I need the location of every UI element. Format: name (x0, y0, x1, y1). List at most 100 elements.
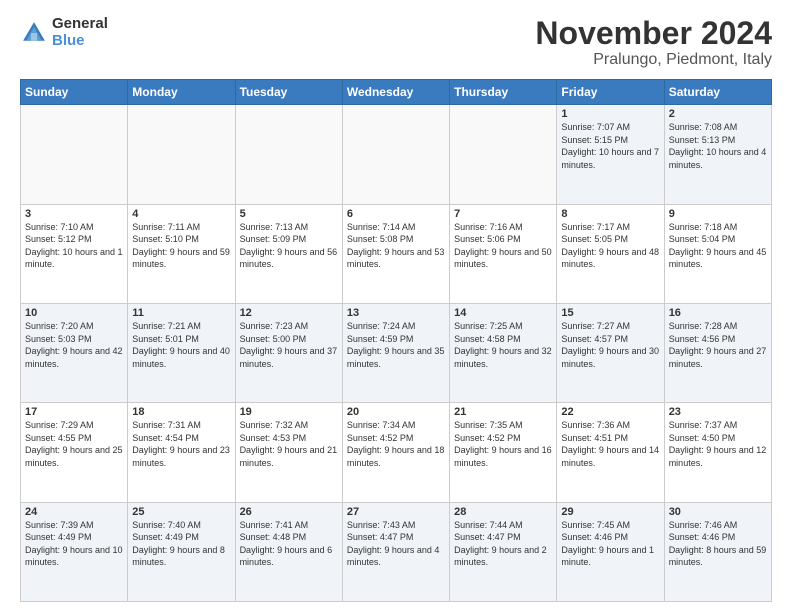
col-saturday: Saturday (664, 80, 771, 105)
month-title: November 2024 (535, 16, 772, 51)
day-number: 11 (132, 307, 230, 319)
day-info: Sunrise: 7:36 AM Sunset: 4:51 PM Dayligh… (561, 419, 659, 469)
day-info: Sunrise: 7:25 AM Sunset: 4:58 PM Dayligh… (454, 320, 552, 370)
calendar-cell: 9Sunrise: 7:18 AM Sunset: 5:04 PM Daylig… (664, 204, 771, 303)
day-info: Sunrise: 7:10 AM Sunset: 5:12 PM Dayligh… (25, 221, 123, 271)
day-number: 26 (240, 506, 338, 518)
day-info: Sunrise: 7:41 AM Sunset: 4:48 PM Dayligh… (240, 519, 338, 569)
day-info: Sunrise: 7:37 AM Sunset: 4:50 PM Dayligh… (669, 419, 767, 469)
day-number: 17 (25, 406, 123, 418)
calendar-cell: 23Sunrise: 7:37 AM Sunset: 4:50 PM Dayli… (664, 403, 771, 502)
calendar-body: 1Sunrise: 7:07 AM Sunset: 5:15 PM Daylig… (21, 105, 772, 602)
day-number: 10 (25, 307, 123, 319)
day-number: 29 (561, 506, 659, 518)
calendar-cell: 5Sunrise: 7:13 AM Sunset: 5:09 PM Daylig… (235, 204, 342, 303)
day-info: Sunrise: 7:45 AM Sunset: 4:46 PM Dayligh… (561, 519, 659, 569)
col-friday: Friday (557, 80, 664, 105)
calendar-week-1: 1Sunrise: 7:07 AM Sunset: 5:15 PM Daylig… (21, 105, 772, 204)
day-number: 22 (561, 406, 659, 418)
day-info: Sunrise: 7:21 AM Sunset: 5:01 PM Dayligh… (132, 320, 230, 370)
day-info: Sunrise: 7:13 AM Sunset: 5:09 PM Dayligh… (240, 221, 338, 271)
col-wednesday: Wednesday (342, 80, 449, 105)
logo-text: General Blue (52, 16, 108, 49)
calendar-cell: 27Sunrise: 7:43 AM Sunset: 4:47 PM Dayli… (342, 502, 449, 601)
calendar-cell: 2Sunrise: 7:08 AM Sunset: 5:13 PM Daylig… (664, 105, 771, 204)
day-number: 15 (561, 307, 659, 319)
day-info: Sunrise: 7:20 AM Sunset: 5:03 PM Dayligh… (25, 320, 123, 370)
day-info: Sunrise: 7:14 AM Sunset: 5:08 PM Dayligh… (347, 221, 445, 271)
calendar-cell: 21Sunrise: 7:35 AM Sunset: 4:52 PM Dayli… (450, 403, 557, 502)
day-info: Sunrise: 7:27 AM Sunset: 4:57 PM Dayligh… (561, 320, 659, 370)
calendar-cell: 30Sunrise: 7:46 AM Sunset: 4:46 PM Dayli… (664, 502, 771, 601)
calendar-cell (128, 105, 235, 204)
page: General Blue November 2024 Pralungo, Pie… (0, 0, 792, 612)
col-monday: Monday (128, 80, 235, 105)
day-info: Sunrise: 7:23 AM Sunset: 5:00 PM Dayligh… (240, 320, 338, 370)
calendar-cell: 8Sunrise: 7:17 AM Sunset: 5:05 PM Daylig… (557, 204, 664, 303)
calendar-cell: 24Sunrise: 7:39 AM Sunset: 4:49 PM Dayli… (21, 502, 128, 601)
calendar-cell: 12Sunrise: 7:23 AM Sunset: 5:00 PM Dayli… (235, 303, 342, 402)
header-row: Sunday Monday Tuesday Wednesday Thursday… (21, 80, 772, 105)
day-number: 19 (240, 406, 338, 418)
calendar-cell: 19Sunrise: 7:32 AM Sunset: 4:53 PM Dayli… (235, 403, 342, 502)
calendar-cell: 4Sunrise: 7:11 AM Sunset: 5:10 PM Daylig… (128, 204, 235, 303)
day-number: 3 (25, 208, 123, 220)
day-number: 4 (132, 208, 230, 220)
day-info: Sunrise: 7:07 AM Sunset: 5:15 PM Dayligh… (561, 121, 659, 171)
day-number: 9 (669, 208, 767, 220)
calendar-cell: 25Sunrise: 7:40 AM Sunset: 4:49 PM Dayli… (128, 502, 235, 601)
day-info: Sunrise: 7:43 AM Sunset: 4:47 PM Dayligh… (347, 519, 445, 569)
day-info: Sunrise: 7:46 AM Sunset: 4:46 PM Dayligh… (669, 519, 767, 569)
header: General Blue November 2024 Pralungo, Pie… (20, 16, 772, 69)
day-info: Sunrise: 7:17 AM Sunset: 5:05 PM Dayligh… (561, 221, 659, 271)
day-number: 5 (240, 208, 338, 220)
logo-icon (20, 19, 48, 47)
day-number: 20 (347, 406, 445, 418)
calendar-table: Sunday Monday Tuesday Wednesday Thursday… (20, 79, 772, 602)
day-info: Sunrise: 7:31 AM Sunset: 4:54 PM Dayligh… (132, 419, 230, 469)
day-number: 28 (454, 506, 552, 518)
calendar-cell: 15Sunrise: 7:27 AM Sunset: 4:57 PM Dayli… (557, 303, 664, 402)
day-info: Sunrise: 7:11 AM Sunset: 5:10 PM Dayligh… (132, 221, 230, 271)
calendar-week-2: 3Sunrise: 7:10 AM Sunset: 5:12 PM Daylig… (21, 204, 772, 303)
day-number: 1 (561, 108, 659, 120)
calendar-cell: 1Sunrise: 7:07 AM Sunset: 5:15 PM Daylig… (557, 105, 664, 204)
day-number: 25 (132, 506, 230, 518)
day-number: 21 (454, 406, 552, 418)
day-number: 23 (669, 406, 767, 418)
day-info: Sunrise: 7:28 AM Sunset: 4:56 PM Dayligh… (669, 320, 767, 370)
day-number: 16 (669, 307, 767, 319)
calendar-cell: 6Sunrise: 7:14 AM Sunset: 5:08 PM Daylig… (342, 204, 449, 303)
day-info: Sunrise: 7:08 AM Sunset: 5:13 PM Dayligh… (669, 121, 767, 171)
calendar-week-4: 17Sunrise: 7:29 AM Sunset: 4:55 PM Dayli… (21, 403, 772, 502)
day-number: 8 (561, 208, 659, 220)
day-info: Sunrise: 7:18 AM Sunset: 5:04 PM Dayligh… (669, 221, 767, 271)
day-number: 12 (240, 307, 338, 319)
location-subtitle: Pralungo, Piedmont, Italy (535, 51, 772, 69)
calendar-cell: 18Sunrise: 7:31 AM Sunset: 4:54 PM Dayli… (128, 403, 235, 502)
col-sunday: Sunday (21, 80, 128, 105)
day-number: 30 (669, 506, 767, 518)
calendar-cell: 11Sunrise: 7:21 AM Sunset: 5:01 PM Dayli… (128, 303, 235, 402)
day-info: Sunrise: 7:29 AM Sunset: 4:55 PM Dayligh… (25, 419, 123, 469)
col-tuesday: Tuesday (235, 80, 342, 105)
day-number: 27 (347, 506, 445, 518)
calendar-header: Sunday Monday Tuesday Wednesday Thursday… (21, 80, 772, 105)
calendar-cell: 17Sunrise: 7:29 AM Sunset: 4:55 PM Dayli… (21, 403, 128, 502)
calendar-cell: 13Sunrise: 7:24 AM Sunset: 4:59 PM Dayli… (342, 303, 449, 402)
calendar-cell: 16Sunrise: 7:28 AM Sunset: 4:56 PM Dayli… (664, 303, 771, 402)
calendar-cell: 3Sunrise: 7:10 AM Sunset: 5:12 PM Daylig… (21, 204, 128, 303)
day-info: Sunrise: 7:44 AM Sunset: 4:47 PM Dayligh… (454, 519, 552, 569)
day-info: Sunrise: 7:16 AM Sunset: 5:06 PM Dayligh… (454, 221, 552, 271)
calendar-cell: 10Sunrise: 7:20 AM Sunset: 5:03 PM Dayli… (21, 303, 128, 402)
day-number: 13 (347, 307, 445, 319)
day-number: 2 (669, 108, 767, 120)
logo-general: General (52, 16, 108, 33)
calendar-cell (235, 105, 342, 204)
calendar-cell: 22Sunrise: 7:36 AM Sunset: 4:51 PM Dayli… (557, 403, 664, 502)
day-number: 24 (25, 506, 123, 518)
calendar-cell: 29Sunrise: 7:45 AM Sunset: 4:46 PM Dayli… (557, 502, 664, 601)
day-info: Sunrise: 7:34 AM Sunset: 4:52 PM Dayligh… (347, 419, 445, 469)
calendar-cell (21, 105, 128, 204)
calendar-cell (450, 105, 557, 204)
